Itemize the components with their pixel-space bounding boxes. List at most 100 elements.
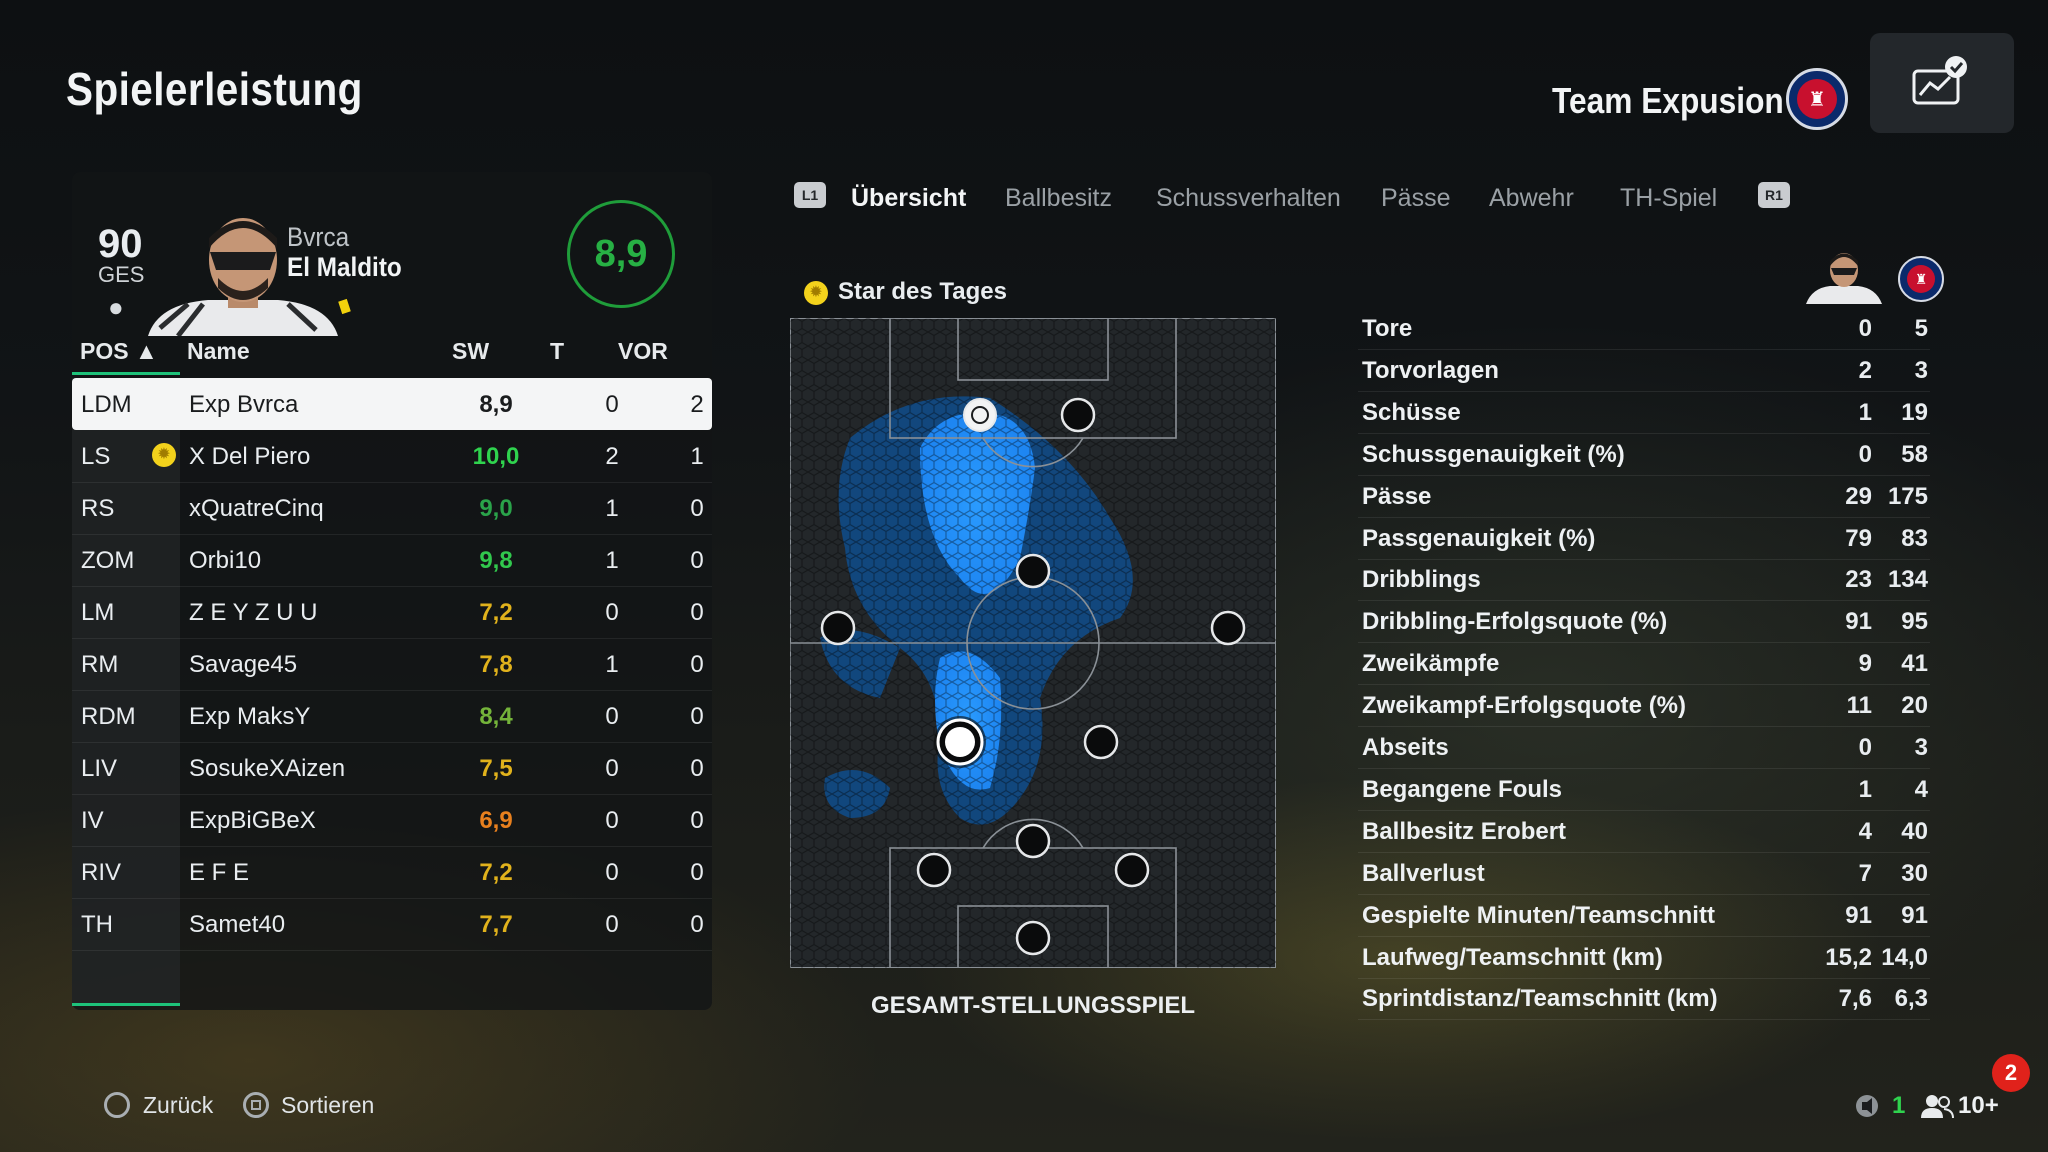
team-badge: ♜ xyxy=(1786,68,1848,130)
stat-label: Zweikampf-Erfolgsquote (%) xyxy=(1362,692,1687,720)
player-name: Exp Bvrca xyxy=(189,391,299,418)
stat-team-value: 134 xyxy=(1887,566,1928,594)
player-name-first: Bvrca xyxy=(287,222,350,252)
tab-ballbesitz[interactable]: Ballbesitz xyxy=(1005,184,1112,213)
stat-label: Dribblings xyxy=(1362,566,1481,594)
player-row[interactable]: RS xQuatreCinq 9,0 1 0 xyxy=(72,482,712,535)
stat-label: Zweikämpfe xyxy=(1362,650,1500,678)
player-row[interactable]: LS X Del Piero 10,0 2 1 ✹ xyxy=(72,430,712,483)
stat-player-value: 0 xyxy=(1858,734,1872,761)
player-row[interactable]: LM Z E Y Z U U 7,2 0 0 xyxy=(72,586,712,639)
player-match-rating: 7,7 xyxy=(479,911,513,938)
player-match-rating: 6,9 xyxy=(479,807,513,834)
tab-prev-button[interactable]: L1 xyxy=(794,182,826,208)
stat-player-value: 79 xyxy=(1845,524,1872,552)
performance-action-button[interactable] xyxy=(1870,33,2014,133)
player-row[interactable]: LDM Exp Bvrca 8,9 0 2 xyxy=(72,378,712,430)
player-position: LDM xyxy=(81,391,132,418)
player-row[interactable]: IV ExpBiGBeX 6,9 0 0 xyxy=(72,794,712,847)
stat-player-value: 1 xyxy=(1858,398,1872,426)
eiffel-tower-icon: ♜ xyxy=(1907,265,1935,293)
stat-label: Torvorlagen xyxy=(1362,356,1499,384)
stat-label: Sprintdistanz/Teamschnitt (km) xyxy=(1362,985,1718,1013)
player-assists: 1 xyxy=(690,443,704,470)
stat-player-value: 29 xyxy=(1845,482,1872,510)
player-avatar-small xyxy=(1806,253,1882,304)
square-button-icon xyxy=(243,1092,269,1118)
player-row[interactable]: RDM Exp MaksY 8,4 0 0 xyxy=(72,690,712,743)
stat-player-value: 11 xyxy=(1846,692,1872,720)
stat-player-value: 4 xyxy=(1858,817,1872,845)
tab-paesse[interactable]: Pässe xyxy=(1381,184,1450,213)
stat-player-value: 15,2 xyxy=(1825,943,1872,971)
notification-badge[interactable]: 2 xyxy=(1992,1054,2030,1092)
player-name: SosukeXAizen xyxy=(189,755,346,782)
stat-team-value: 30 xyxy=(1901,859,1928,887)
tab-th-spiel[interactable]: TH-Spiel xyxy=(1620,184,1717,213)
player-position: RM xyxy=(81,651,119,678)
stat-player-value: 7,6 xyxy=(1838,985,1872,1013)
stat-row: Sprintdistanz/Teamschnitt (km) 7,6 6,3 xyxy=(1358,978,1930,1021)
party-icon xyxy=(1921,1095,1954,1119)
stat-player-value: 1 xyxy=(1858,775,1872,803)
player-goals: 1 xyxy=(605,651,619,678)
pos-column-underline xyxy=(72,1003,180,1006)
player-match-rating: 9,0 xyxy=(479,495,513,522)
player-overall: 90 xyxy=(98,222,143,266)
stat-team-value: 58 xyxy=(1901,440,1928,468)
player-position: RDM xyxy=(81,703,136,730)
stat-player-value: 91 xyxy=(1845,901,1872,929)
tab-uebersicht[interactable]: Übersicht xyxy=(851,184,966,213)
player-assists: 0 xyxy=(690,859,704,886)
player-overall-label: GES xyxy=(98,262,145,287)
player-row[interactable]: TH Samet40 7,7 0 0 xyxy=(72,898,712,951)
player-position: ZOM xyxy=(81,547,135,574)
sort-hint[interactable]: Sortieren xyxy=(281,1092,374,1119)
stat-row: Tore 0 5 xyxy=(1358,308,1930,350)
col-header-vor[interactable]: VOR xyxy=(618,338,668,374)
stat-team-value: 6,3 xyxy=(1894,985,1928,1013)
player-name: Samet40 xyxy=(189,911,286,938)
player-name: E F E xyxy=(189,859,250,886)
star-of-the-day-label: Star des Tages xyxy=(838,278,1007,305)
stat-label: Abseits xyxy=(1362,734,1449,761)
player-position: TH xyxy=(81,911,113,938)
back-hint[interactable]: Zurück xyxy=(143,1092,213,1119)
team-badge-small: ♜ xyxy=(1898,256,1944,302)
player-position: LS xyxy=(81,443,111,470)
player-row[interactable]: RIV E F E 7,2 0 0 xyxy=(72,846,712,899)
stat-row: Passgenauigkeit (%) 79 83 xyxy=(1358,518,1930,560)
tab-next-button[interactable]: R1 xyxy=(1758,182,1790,208)
stat-label: Schüsse xyxy=(1362,398,1461,426)
player-goals: 2 xyxy=(605,443,619,470)
stat-player-value: 0 xyxy=(1858,440,1872,468)
col-header-pos[interactable]: POS ▲ xyxy=(80,338,158,374)
stat-player-value: 0 xyxy=(1858,315,1872,342)
tab-abwehr[interactable]: Abwehr xyxy=(1489,184,1574,213)
stat-team-value: 14,0 xyxy=(1881,943,1928,971)
page-title: Spielerleistung xyxy=(66,63,363,115)
player-match-rating: 8,9 xyxy=(479,391,513,418)
player-assists: 0 xyxy=(690,651,704,678)
col-header-sw[interactable]: SW xyxy=(452,338,489,374)
stat-row: Pässe 29 175 xyxy=(1358,476,1930,518)
col-header-name[interactable]: Name xyxy=(187,338,250,374)
player-row[interactable]: RM Savage45 7,8 1 0 xyxy=(72,638,712,691)
player-row[interactable]: ZOM Orbi10 9,8 1 0 xyxy=(72,534,712,587)
player-row[interactable]: LIV SosukeXAizen 7,5 0 0 xyxy=(72,742,712,795)
col-header-t[interactable]: T xyxy=(550,338,564,374)
team-name: Team Expusion xyxy=(1552,80,1784,121)
player-goals: 1 xyxy=(605,495,619,522)
stat-player-value: 91 xyxy=(1845,608,1872,636)
player-name: Savage45 xyxy=(189,651,298,678)
stat-team-value: 3 xyxy=(1914,356,1928,384)
player-match-rating: 8,4 xyxy=(479,703,513,730)
stat-row: Laufweg/Teamschnitt (km) 15,2 14,0 xyxy=(1358,937,1930,979)
stat-row: Zweikampf-Erfolgsquote (%) 11 20 xyxy=(1358,685,1930,728)
stat-player-value: 9 xyxy=(1858,650,1872,678)
mic-count: 1 xyxy=(1892,1092,1906,1119)
circle-button-icon xyxy=(104,1092,130,1118)
player-goals: 0 xyxy=(605,703,619,730)
tab-schussverhalten[interactable]: Schussverhalten xyxy=(1156,184,1341,213)
player-match-rating: 9,8 xyxy=(479,547,513,574)
